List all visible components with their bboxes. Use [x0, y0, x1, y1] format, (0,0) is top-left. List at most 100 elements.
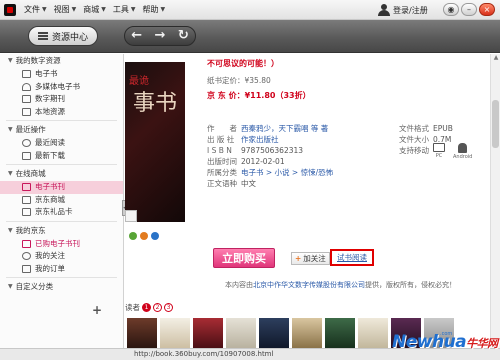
- publisher-link[interactable]: 作家出版社: [241, 134, 279, 145]
- sidebar-item-ebooks[interactable]: 电子书: [0, 68, 123, 81]
- info-row-author: 作 者西秦鸦少，天下霸唱 等 著: [207, 123, 333, 134]
- magazine-icon: [22, 95, 31, 104]
- pubdate-value: 2012-02-01: [241, 157, 285, 166]
- refresh-button[interactable]: ↻: [173, 27, 193, 45]
- sidebar-item-my-follows[interactable]: 我的关注: [0, 250, 123, 263]
- add-category-button[interactable]: +: [92, 303, 102, 317]
- section-header-recent[interactable]: ▼ 最近操作: [0, 123, 123, 137]
- jd-price-value: ¥11.80: [244, 91, 276, 100]
- trial-read-link[interactable]: 试书阅读: [330, 249, 374, 266]
- android-device: Android: [453, 143, 472, 160]
- copyright-publisher-link[interactable]: 北京中作华文数字传媒股份有限公司: [253, 281, 365, 289]
- page-2-button[interactable]: 2: [153, 303, 162, 312]
- section-header-online-store[interactable]: ▼ 在线商城: [0, 167, 123, 181]
- app-logo-icon: [4, 4, 16, 16]
- info-label: 作 者: [207, 124, 237, 133]
- book-thumbnail[interactable]: [226, 318, 256, 348]
- title-bar: 文件 ▼ 视图 ▼ 商城 ▼ 工具 ▼ 帮助 ▼ 登录/注册 ◉ – ×: [0, 0, 500, 20]
- divider: [6, 164, 117, 165]
- back-button[interactable]: ←: [127, 27, 147, 45]
- sidebar-item-label: 本地资源: [35, 106, 65, 116]
- sidebar-item-recent-reading[interactable]: 最近阅读: [0, 137, 123, 150]
- share-icon[interactable]: [151, 232, 159, 240]
- chevron-down-icon: ▼: [8, 126, 13, 133]
- info-row-category: 所属分类 电子书 > 小说 > 惊悚/恐怖: [207, 167, 333, 178]
- minimize-button[interactable]: –: [461, 3, 477, 16]
- scrollbar-thumb[interactable]: [492, 100, 499, 148]
- book-thumbnail[interactable]: [193, 318, 223, 348]
- section-title: 我的京东: [15, 225, 46, 235]
- menu-file-label: 文件: [24, 5, 40, 14]
- menu-help[interactable]: 帮助 ▼: [139, 0, 169, 20]
- sidebar-item-label: 最近阅读: [35, 138, 65, 147]
- vertical-scrollbar[interactable]: ▲: [490, 54, 500, 348]
- follow-button[interactable]: + 加关注: [291, 252, 330, 265]
- menu-file[interactable]: 文件 ▼: [20, 0, 50, 20]
- jd-price-row: 京 东 价：¥11.80（33折）: [207, 90, 311, 101]
- pager-prefix: 读者: [125, 303, 140, 312]
- book-thumbnail[interactable]: [358, 318, 388, 348]
- menu-store[interactable]: 商城 ▼: [79, 0, 109, 20]
- jd-price-label: 京 东 价：: [207, 91, 245, 100]
- section-header-my-resources[interactable]: ▼ 我的数字资源: [0, 54, 123, 68]
- book-headline: 不可思议的可能！）: [207, 59, 279, 68]
- sidebar-item-label: 我的关注: [35, 251, 65, 260]
- download-icon: [22, 151, 31, 160]
- monitor-icon: [433, 143, 445, 152]
- section-header-custom-categories[interactable]: ▼ 自定义分类: [0, 280, 123, 294]
- resource-center-button[interactable]: 资源中心: [28, 26, 98, 46]
- meta-row-format: 文件格式 EPUB: [399, 123, 453, 134]
- paper-price-row: 纸书定价：¥35.80: [207, 75, 271, 86]
- headphones-icon: [22, 82, 31, 91]
- info-row-pubdate: 出版时间 2012-02-01: [207, 156, 333, 167]
- share-icon[interactable]: [140, 232, 148, 240]
- share-icons: [129, 232, 159, 240]
- share-icon[interactable]: [129, 232, 137, 240]
- sidebar-item-latest-downloads[interactable]: 最新下载: [0, 150, 123, 163]
- sidebar-item-label: 最新下载: [35, 150, 65, 160]
- menu-view[interactable]: 视图 ▼: [50, 0, 80, 20]
- gallery-scroll-button[interactable]: [125, 210, 137, 222]
- isbn-value: 9787506362313: [241, 146, 304, 155]
- cover-title-small: 最诡: [129, 76, 149, 87]
- book-thumbnail[interactable]: [325, 318, 355, 348]
- sidebar-item-local-resources[interactable]: 本地资源: [0, 106, 123, 119]
- book-thumbnail[interactable]: [127, 318, 157, 348]
- cover-title-big: 事书: [133, 91, 178, 116]
- menu-tools-label: 工具: [112, 5, 129, 14]
- menu-view-label: 视图: [53, 5, 70, 14]
- chevron-down-icon: ▼: [8, 226, 13, 234]
- book-thumbnail[interactable]: [259, 318, 289, 348]
- login-register-link[interactable]: 登录/注册: [393, 5, 428, 16]
- category-link[interactable]: 电子书 > 小说 > 惊悚/恐怖: [241, 167, 333, 178]
- android-label: Android: [453, 154, 473, 160]
- book-thumbnail[interactable]: [292, 318, 322, 348]
- page-1-button[interactable]: 1: [142, 303, 151, 312]
- book-icon: [22, 183, 31, 192]
- sidebar-item-purchased[interactable]: 已购电子书刊: [0, 238, 123, 251]
- book-cover-image[interactable]: 最诡 事书: [125, 62, 185, 222]
- close-button[interactable]: ×: [479, 3, 495, 16]
- sidebar-item-label: 京东礼品卡: [35, 207, 73, 216]
- sidebar-item-my-orders[interactable]: 我的订单: [0, 263, 123, 276]
- book-thumbnail[interactable]: [160, 318, 190, 348]
- scroll-up-arrow-icon[interactable]: ▲: [491, 54, 500, 64]
- sidebar-item-ebooks-periodicals[interactable]: 电子书刊: [0, 181, 123, 194]
- buy-now-button[interactable]: 立即购买: [213, 248, 275, 268]
- chevron-down-icon: ▼: [8, 283, 13, 290]
- folder-icon: [22, 107, 31, 116]
- sidebar-item-digital-periodicals[interactable]: 数字期刊: [0, 93, 123, 106]
- sidebar-item-multimedia-ebooks[interactable]: 多媒体电子书: [0, 81, 123, 94]
- menu-tools[interactable]: 工具 ▼: [109, 0, 139, 20]
- skin-button[interactable]: ◉: [443, 3, 459, 16]
- clock-icon: [22, 139, 31, 148]
- meta-label: 支持移动: [399, 146, 429, 155]
- author-link[interactable]: 西秦鸦少，天下霸唱 等 著: [241, 123, 328, 134]
- resource-center-label: 资源中心: [51, 32, 88, 43]
- forward-button[interactable]: →: [150, 27, 170, 45]
- sidebar-item-jd-gift-card[interactable]: 京东礼品卡: [0, 206, 123, 219]
- section-header-my-jd[interactable]: ▼ 我的京东: [0, 224, 123, 238]
- sidebar-item-jd-mall[interactable]: 京东商城: [0, 194, 123, 207]
- book-info-table: 作 者西秦鸦少，天下霸唱 等 著 出 版 社作家出版社 I S B N 97875…: [207, 123, 333, 189]
- page-3-button[interactable]: 3: [164, 303, 173, 312]
